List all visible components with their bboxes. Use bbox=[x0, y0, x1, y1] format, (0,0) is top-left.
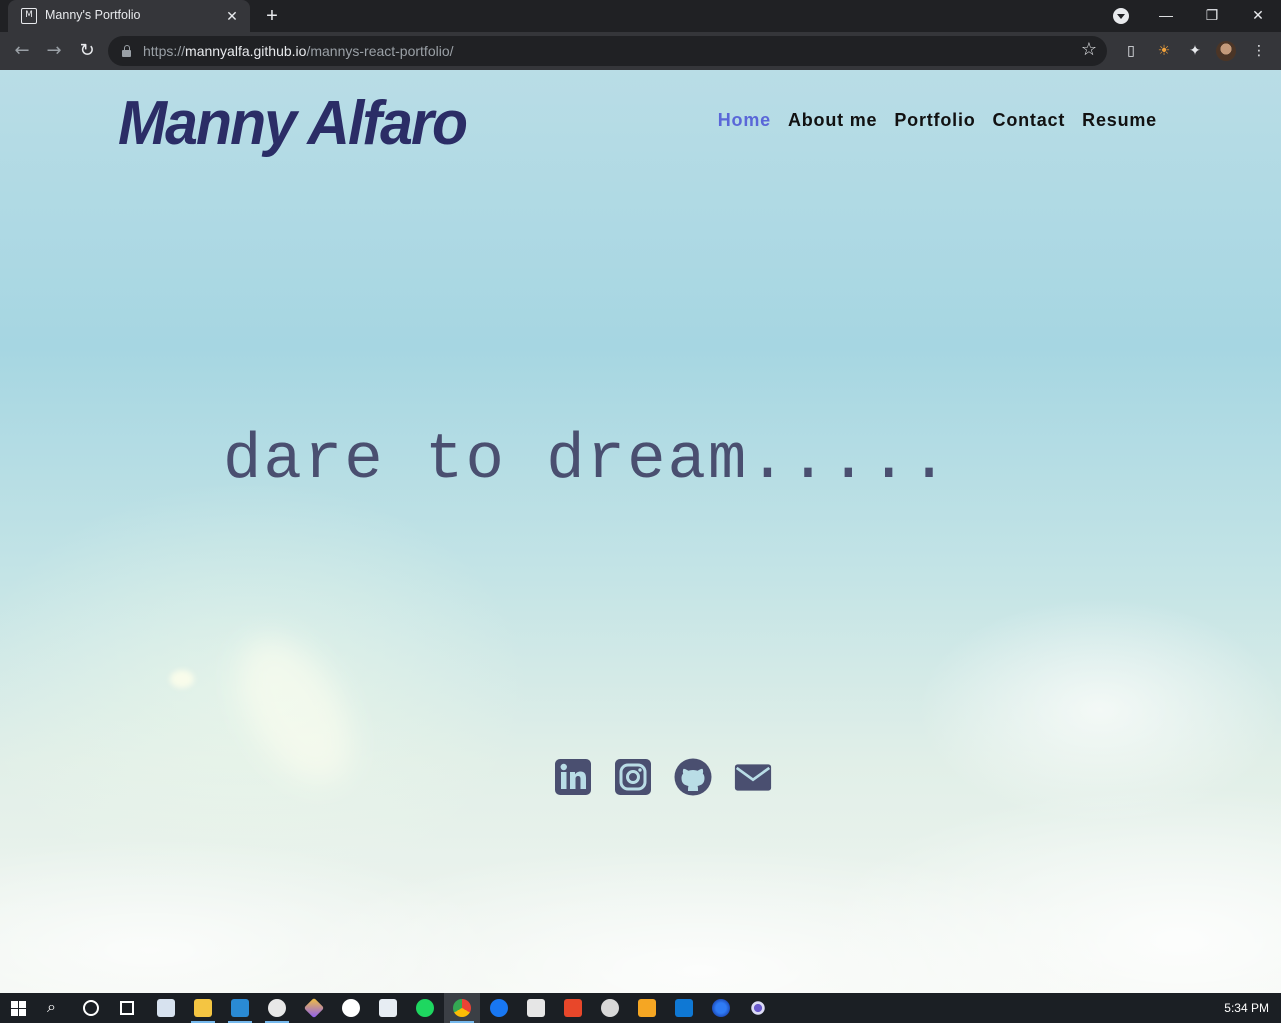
nav-contact[interactable]: Contact bbox=[993, 110, 1066, 131]
notes-app-icon[interactable] bbox=[148, 993, 184, 1023]
close-tab-icon[interactable]: ✕ bbox=[222, 6, 242, 26]
office-icon[interactable] bbox=[555, 993, 591, 1023]
git-kraken-icon[interactable] bbox=[296, 993, 332, 1023]
office-extension-icon[interactable]: ▯ bbox=[1122, 42, 1140, 60]
task-view-icon[interactable] bbox=[109, 993, 145, 1023]
site-brand[interactable]: Manny Alfaro bbox=[118, 88, 468, 159]
firefox-icon[interactable] bbox=[703, 993, 739, 1023]
new-tab-button[interactable]: + bbox=[260, 4, 284, 28]
kite-icon[interactable] bbox=[370, 993, 406, 1023]
vscode-icon[interactable] bbox=[222, 993, 258, 1023]
browser-tab[interactable]: M Manny's Portfolio ✕ bbox=[8, 0, 250, 32]
extensions-puzzle-icon[interactable]: ✦ bbox=[1186, 42, 1204, 60]
forward-button[interactable]: → bbox=[40, 37, 68, 65]
file-explorer-icon[interactable] bbox=[185, 993, 221, 1023]
bookmark-star-icon[interactable]: ☆ bbox=[1081, 39, 1097, 60]
minimize-button[interactable]: — bbox=[1143, 0, 1189, 32]
chrome-icon[interactable] bbox=[444, 993, 480, 1023]
page-viewport: Manny Alfaro Home About me Portfolio Con… bbox=[0, 70, 1281, 993]
hero-tagline: dare to dream..... bbox=[223, 425, 951, 497]
search-icon[interactable]: ⌕ bbox=[37, 993, 73, 1023]
tab-search-icon[interactable] bbox=[1113, 8, 1129, 24]
profile-avatar[interactable] bbox=[1216, 41, 1236, 61]
extension-c-icon[interactable]: ☀ bbox=[1155, 42, 1173, 60]
cortana-icon[interactable] bbox=[73, 993, 109, 1023]
slack-icon[interactable] bbox=[259, 993, 295, 1023]
video-editor-icon[interactable] bbox=[629, 993, 665, 1023]
browser-icon[interactable] bbox=[740, 993, 776, 1023]
outlook-icon[interactable] bbox=[666, 993, 702, 1023]
social-links bbox=[554, 758, 772, 796]
store-icon[interactable] bbox=[518, 993, 554, 1023]
address-bar[interactable]: https://mannyalfa.github.io/mannys-react… bbox=[108, 36, 1107, 66]
linkedin-icon[interactable] bbox=[554, 758, 592, 796]
nav-portfolio[interactable]: Portfolio bbox=[894, 110, 975, 131]
restore-button[interactable]: ❐ bbox=[1189, 0, 1235, 32]
site-nav: Home About me Portfolio Contact Resume bbox=[718, 110, 1157, 131]
windows-start-icon[interactable] bbox=[0, 993, 36, 1023]
sun-flare bbox=[170, 670, 194, 688]
nav-home[interactable]: Home bbox=[718, 110, 771, 131]
url-text[interactable]: https://mannyalfa.github.io/mannys-react… bbox=[143, 43, 454, 59]
reload-button[interactable]: ↻ bbox=[73, 37, 101, 65]
sun-glare bbox=[216, 618, 374, 802]
nav-resume[interactable]: Resume bbox=[1082, 110, 1157, 131]
mail-icon[interactable] bbox=[734, 758, 772, 796]
windows-taskbar: ⌕ 5:34 PM bbox=[0, 993, 1281, 1023]
close-window-button[interactable]: ✕ bbox=[1235, 0, 1281, 32]
paint-icon[interactable] bbox=[592, 993, 628, 1023]
taskbar-clock[interactable]: 5:34 PM bbox=[1224, 1001, 1269, 1015]
github-icon[interactable] bbox=[674, 758, 712, 796]
site-favicon-icon: M bbox=[21, 8, 37, 24]
tab-strip: M Manny's Portfolio ✕ + — ❐ ✕ bbox=[0, 0, 1281, 32]
back-button[interactable]: ← bbox=[8, 37, 36, 65]
browser-menu-icon[interactable]: ⋮ bbox=[1250, 42, 1268, 60]
nav-about-me[interactable]: About me bbox=[788, 110, 877, 131]
github-desktop-icon[interactable] bbox=[333, 993, 369, 1023]
browser-toolbar: ← → ↻ https://mannyalfa.github.io/mannys… bbox=[0, 32, 1281, 70]
facebook-icon[interactable] bbox=[481, 993, 517, 1023]
tab-title: Manny's Portfolio bbox=[45, 8, 141, 22]
spotify-icon[interactable] bbox=[407, 993, 443, 1023]
lock-icon[interactable] bbox=[122, 45, 131, 57]
instagram-icon[interactable] bbox=[614, 758, 652, 796]
